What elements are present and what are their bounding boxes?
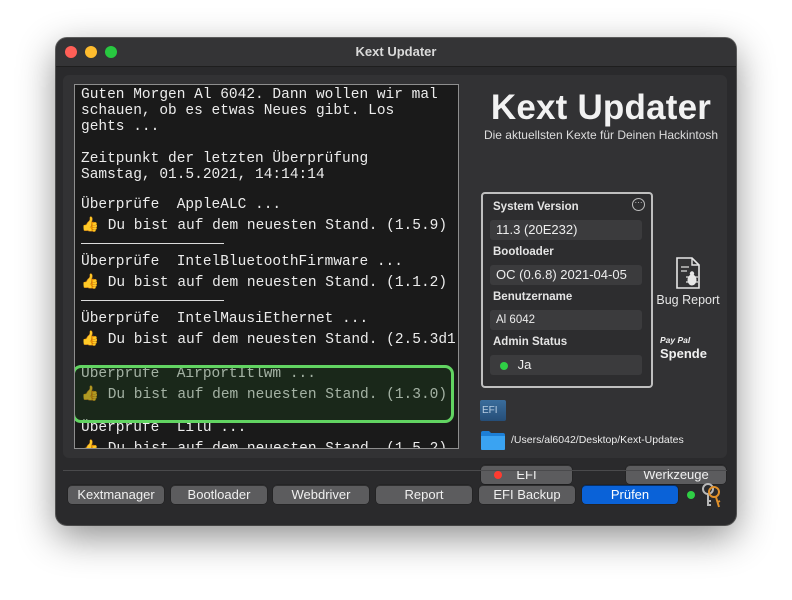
check-button[interactable]: Prüfen bbox=[582, 485, 678, 504]
admin-status-field: Ja bbox=[490, 355, 642, 375]
bug-report-icon bbox=[676, 257, 700, 289]
app-window: Kext Updater Guten Morgen Al 6042. Dann … bbox=[56, 38, 736, 525]
bootloader-label: Bootloader bbox=[493, 246, 554, 258]
highlight-frame bbox=[75, 365, 454, 423]
app-brand-subtitle: Die aktuellsten Kexte für Deinen Hackint… bbox=[483, 128, 719, 142]
efi-status-dot bbox=[494, 471, 502, 479]
log-entry: Überprüfe IntelMausiEthernet ... 👍 Du bi… bbox=[81, 309, 458, 351]
log-check-line: Überprüfe IntelMausiEthernet ... bbox=[81, 311, 369, 327]
log-check-line: Überprüfe IntelBluetoothFirmware ... bbox=[81, 254, 403, 270]
log-result-line: 👍 Du bist auf dem neuesten Stand. (1.5.2… bbox=[81, 439, 458, 449]
efi-volume-icon[interactable]: EFI bbox=[480, 400, 506, 421]
bootloader-button[interactable]: Bootloader bbox=[171, 485, 267, 504]
efi-backup-button[interactable]: EFI Backup bbox=[479, 485, 575, 504]
system-version-label: System Version bbox=[493, 201, 579, 213]
bootloader-field: OC (0.6.8) 2021-04-05 bbox=[490, 265, 642, 285]
admin-status-value: Ja bbox=[517, 357, 532, 372]
log-result-line: 👍 Du bist auf dem neuesten Stand. (1.1.2… bbox=[81, 273, 458, 294]
log-check-line: Überprüfe AppleALC ... bbox=[81, 197, 282, 213]
main-panel: Guten Morgen Al 6042. Dann wollen wir ma… bbox=[63, 75, 727, 484]
donate-label: Spende bbox=[660, 346, 707, 361]
bug-report-label: Bug Report bbox=[656, 293, 720, 307]
log-separator bbox=[81, 300, 224, 301]
thumbs-up-icon: 👍 bbox=[81, 332, 100, 348]
bug-report-button[interactable]: Bug Report bbox=[653, 257, 723, 307]
greeting-line: schauen, ob es etwas Neues gibt. Los bbox=[81, 103, 395, 119]
last-check-value: Samstag, 01.5.2021, 14:14:14 bbox=[81, 167, 325, 183]
admin-status-dot bbox=[500, 361, 508, 370]
log-result-line: 👍 Du bist auf dem neuesten Stand. (1.5.9… bbox=[81, 216, 458, 237]
report-button[interactable]: Report bbox=[376, 485, 472, 504]
keys-icon[interactable] bbox=[699, 482, 723, 508]
output-folder[interactable]: /Users/al6042/Desktop/Kext-Updates bbox=[480, 430, 720, 452]
log-entry: Überprüfe IntelBluetoothFirmware ... 👍 D… bbox=[81, 252, 458, 294]
kextmanager-button[interactable]: Kextmanager bbox=[68, 485, 164, 504]
bottom-divider bbox=[63, 470, 727, 471]
log-entry: Überprüfe AppleALC ... 👍 Du bist auf dem… bbox=[81, 195, 458, 237]
app-brand-title: Kext Updater bbox=[490, 88, 712, 127]
log-result-line: 👍 Du bist auf dem neuesten Stand. (2.5.3… bbox=[81, 330, 458, 351]
thumbs-up-icon: 👍 bbox=[81, 441, 100, 449]
last-check-label: Zeitpunkt der letzten Überprüfung bbox=[81, 151, 369, 167]
title-bar[interactable]: Kext Updater bbox=[56, 38, 736, 67]
username-label: Benutzername bbox=[493, 291, 573, 303]
paypal-icon: Pay Pal bbox=[660, 334, 691, 345]
system-version-field: 11.3 (20E232) bbox=[490, 220, 642, 240]
thumbs-up-icon: 👍 bbox=[81, 275, 100, 291]
thumbs-up-icon: 👍 bbox=[81, 218, 100, 234]
folder-icon bbox=[481, 431, 505, 450]
donate-button[interactable]: Pay Pal Spende bbox=[660, 331, 727, 361]
system-info-box: ··· System Version 11.3 (20E232) Bootloa… bbox=[481, 192, 653, 388]
folder-path: /Users/al6042/Desktop/Kext-Updates bbox=[511, 434, 684, 446]
webdriver-button[interactable]: Webdriver bbox=[273, 485, 369, 504]
greeting-line: Guten Morgen Al 6042. Dann wollen wir ma… bbox=[81, 87, 438, 103]
log-separator bbox=[81, 243, 224, 244]
admin-status-label: Admin Status bbox=[493, 336, 568, 348]
status-indicator bbox=[687, 491, 695, 499]
window-title: Kext Updater bbox=[355, 44, 437, 59]
log-view[interactable]: Guten Morgen Al 6042. Dann wollen wir ma… bbox=[74, 84, 459, 449]
more-options-icon[interactable]: ··· bbox=[632, 198, 645, 211]
greeting-line: gehts ... bbox=[81, 119, 160, 135]
efi-button[interactable]: EFI bbox=[481, 465, 572, 484]
username-field: Al 6042 bbox=[490, 310, 642, 330]
